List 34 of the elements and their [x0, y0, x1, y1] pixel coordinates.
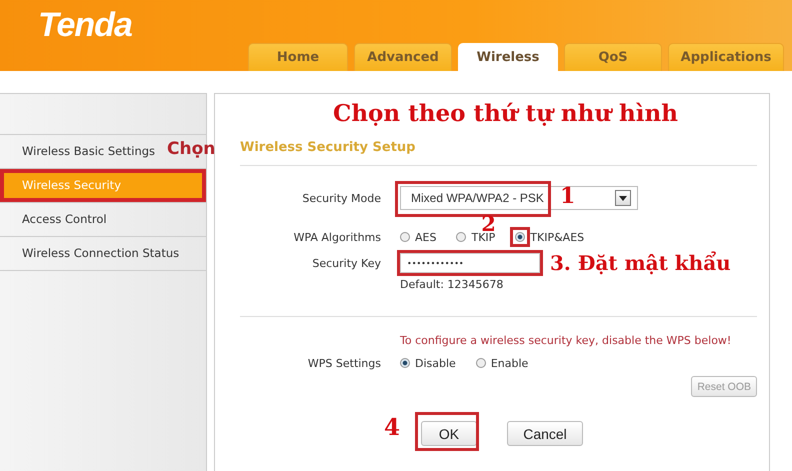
annotation-text: Chọn	[167, 139, 216, 159]
radio-button[interactable]	[476, 358, 486, 368]
field-label: WPS Settings	[306, 356, 381, 370]
nav-tab[interactable]: Wireless	[458, 43, 558, 71]
radio-button[interactable]	[515, 232, 526, 242]
nav-tab[interactable]: Advanced	[354, 43, 452, 71]
step-label: 3. Đặt mật khẩu	[550, 252, 731, 274]
warning-text: To configure a wireless security key, disable the WPS below!	[400, 334, 732, 346]
hint-text: Default: 12345678	[400, 278, 504, 290]
radio-button[interactable]	[400, 358, 410, 368]
nav-tab[interactable]: Applications	[668, 43, 784, 71]
option-label: TKIP&AES	[530, 230, 584, 244]
nav-tab[interactable]: QoS	[564, 43, 662, 71]
field-label: Security Mode	[301, 192, 381, 204]
radio-button[interactable]	[456, 232, 466, 242]
section-title: Wireless Security Setup	[240, 140, 416, 155]
field-label: Security Key	[311, 256, 381, 270]
radio-button[interactable]	[400, 232, 410, 242]
password-field[interactable]: ••••••••••••	[400, 253, 540, 273]
logo: Tenda	[38, 6, 132, 45]
sidebar-item[interactable]: Access Control	[0, 203, 150, 236]
field-label: WPA Algorithms	[292, 230, 381, 244]
option-label: Disable	[415, 356, 456, 370]
step-label: 1	[560, 184, 576, 208]
option-label: Enable	[490, 356, 528, 370]
annotation-title: Chọn theo thứ tự như hình	[332, 100, 679, 127]
option-label: TKIP	[471, 230, 496, 244]
nav-tab[interactable]: Home	[248, 43, 348, 71]
option-label: AES	[415, 230, 436, 244]
step-label: 4	[384, 414, 400, 441]
cancel-button[interactable]: Cancel	[507, 421, 583, 446]
sidebar-item[interactable]: Wireless Basic Settings	[0, 135, 160, 168]
sidebar-item[interactable]: Wireless Connection Status	[0, 237, 184, 270]
ok-button[interactable]: OK	[421, 421, 477, 446]
